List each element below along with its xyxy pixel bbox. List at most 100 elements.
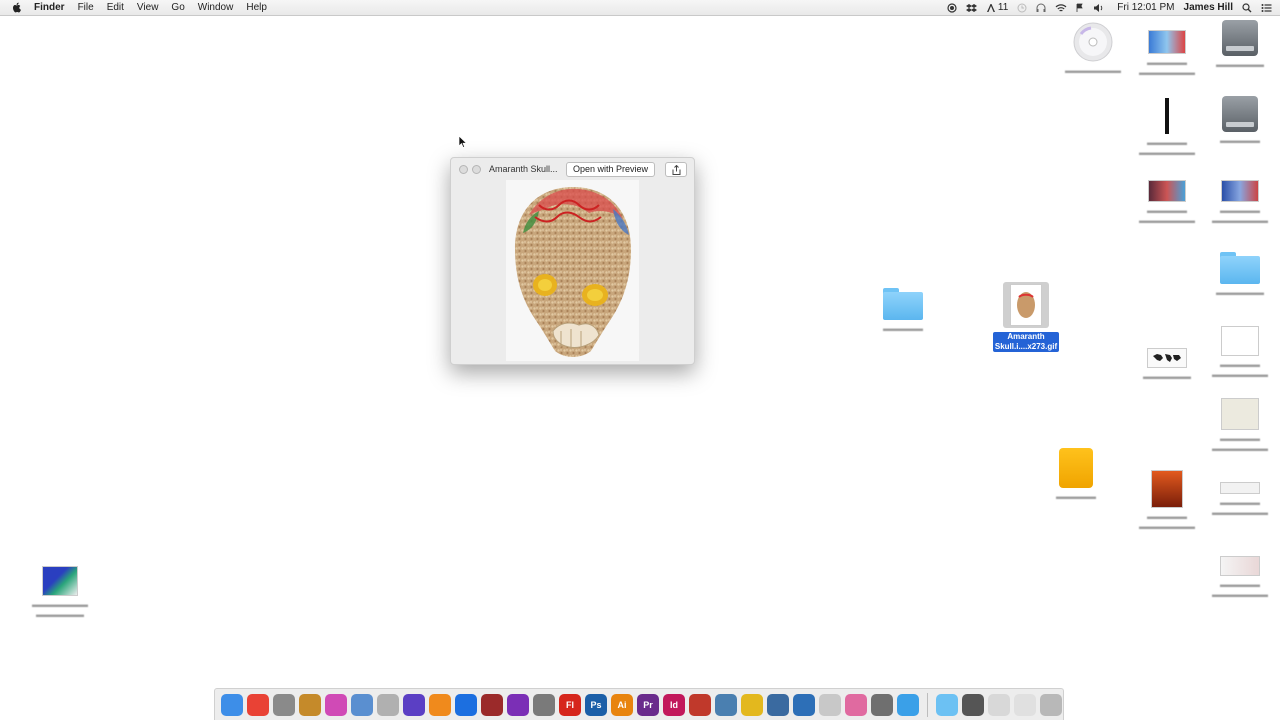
- close-button[interactable]: [459, 165, 468, 174]
- safari-icon[interactable]: [533, 693, 555, 716]
- flag-icon[interactable]: [1076, 0, 1084, 15]
- flash-icon[interactable]: Fl: [559, 693, 581, 716]
- menu-clock[interactable]: Fri 12:01 PM: [1117, 0, 1174, 15]
- desktop-label-blurred: ▬▬▬▬▬▬▬: [1065, 66, 1121, 75]
- document-icon[interactable]: [988, 693, 1010, 716]
- photoshop-icon[interactable]: Ps: [585, 693, 607, 716]
- quick-look-titlebar[interactable]: Amaranth Skull... Open with Preview: [451, 158, 694, 180]
- headphones-icon[interactable]: [1036, 0, 1046, 15]
- messages-icon[interactable]: [897, 693, 919, 716]
- adobe-icon[interactable]: 11: [986, 0, 1008, 15]
- imovie-icon[interactable]: [403, 693, 425, 716]
- preview-icon[interactable]: [273, 693, 295, 716]
- globe-icon[interactable]: [793, 693, 815, 716]
- selected-file-name-2: Skull.i....x273.gif: [994, 342, 1058, 351]
- dock-app-label: Pr: [643, 699, 653, 710]
- finder-icon[interactable]: [221, 693, 243, 716]
- menu-go[interactable]: Go: [171, 0, 184, 15]
- spotlight-icon[interactable]: [1242, 0, 1252, 15]
- open-with-preview-button[interactable]: Open with Preview: [566, 162, 656, 177]
- media-icon[interactable]: [689, 693, 711, 716]
- desktop-screenshot-2[interactable]: ▬▬▬▬▬ ▬▬▬▬▬▬▬: [1129, 98, 1205, 158]
- window-icon[interactable]: [962, 693, 984, 716]
- desktop-screenshot-7[interactable]: ▬▬▬▬▬ ▬▬▬▬▬▬▬: [1202, 482, 1278, 518]
- toast-icon[interactable]: [507, 693, 529, 716]
- trash-icon[interactable]: [1040, 693, 1062, 716]
- hard-drive-icon: [1222, 96, 1258, 132]
- photobooth-icon[interactable]: [481, 693, 503, 716]
- desktop-dvd-icon[interactable]: ▬▬▬▬▬▬▬: [1055, 22, 1131, 76]
- wifi-icon[interactable]: [1055, 0, 1067, 15]
- quick-look-window: Amaranth Skull... Open with Preview: [450, 157, 695, 365]
- folder-icon: [1220, 252, 1260, 284]
- radiation-icon[interactable]: [741, 693, 763, 716]
- desktop-map-file[interactable]: ▬▬▬▬▬▬: [1129, 348, 1205, 382]
- illustrator-icon[interactable]: Ai: [611, 693, 633, 716]
- apple-menu-icon[interactable]: [12, 2, 22, 13]
- desktop-hard-drive-1[interactable]: ▬▬▬▬▬▬: [1202, 20, 1278, 70]
- record-icon[interactable]: [947, 0, 957, 15]
- selected-file-name-1: Amaranth: [1007, 332, 1045, 341]
- chrome-icon[interactable]: [247, 693, 269, 716]
- dock-app-label: Fl: [566, 699, 574, 710]
- time-machine-icon[interactable]: [1017, 0, 1027, 15]
- external-drive-icon: [1059, 448, 1093, 488]
- garageband-icon[interactable]: [299, 693, 321, 716]
- desktop-screenshot-4[interactable]: ▬▬▬▬▬ ▬▬▬▬▬▬▬: [1202, 180, 1278, 226]
- fullscreen-button[interactable]: [472, 165, 481, 174]
- photos-icon[interactable]: [845, 693, 867, 716]
- menu-edit[interactable]: Edit: [107, 0, 124, 15]
- image-preview: [506, 180, 639, 361]
- pencil-icon[interactable]: [377, 693, 399, 716]
- desktop-screenshot-6[interactable]: ▬▬▬▬▬ ▬▬▬▬▬▬▬: [1129, 470, 1205, 532]
- menu-finder[interactable]: Finder: [34, 0, 65, 15]
- desktop-screenshot-5[interactable]: ▬▬▬▬▬ ▬▬▬▬▬▬▬: [1202, 398, 1278, 454]
- desktop-selected-gif[interactable]: Amaranth Skull.i....x273.gif: [988, 282, 1064, 352]
- menu-file[interactable]: File: [78, 0, 94, 15]
- feather-icon[interactable]: [819, 693, 841, 716]
- desktop-folder-1[interactable]: ▬▬▬▬▬▬: [1202, 252, 1278, 298]
- mail-icon[interactable]: [351, 693, 373, 716]
- quick-look-title: Amaranth Skull...: [489, 164, 558, 174]
- indesign-icon[interactable]: Id: [663, 693, 685, 716]
- activity-icon[interactable]: [455, 693, 477, 716]
- share-icon: [672, 164, 680, 175]
- desktop-image-file[interactable]: ▬▬▬▬▬▬▬ ▬▬▬▬▬▬: [22, 566, 98, 620]
- hard-drive-icon: [1222, 20, 1258, 56]
- gif-thumbnail: [1003, 282, 1049, 328]
- mouse-cursor-icon: [458, 135, 468, 153]
- dropbox-icon[interactable]: [965, 0, 977, 15]
- menu-user[interactable]: James Hill: [1184, 0, 1233, 15]
- desktop-hard-drive-2[interactable]: ▬▬▬▬▬: [1202, 96, 1278, 146]
- desktop-folder-2[interactable]: ▬▬▬▬▬: [865, 288, 941, 334]
- share-button[interactable]: [665, 162, 687, 177]
- dock-app-label: Ai: [617, 699, 627, 710]
- premiere-icon[interactable]: Pr: [637, 693, 659, 716]
- menu-view[interactable]: View: [137, 0, 159, 15]
- volume-icon[interactable]: [1093, 0, 1104, 15]
- menu-help[interactable]: Help: [246, 0, 267, 15]
- desktop-blank-file[interactable]: ▬▬▬▬▬ ▬▬▬▬▬▬▬: [1202, 326, 1278, 380]
- menu-window[interactable]: Window: [198, 0, 234, 15]
- dock-app-label: Ps: [590, 699, 602, 710]
- document2-icon[interactable]: [1014, 693, 1036, 716]
- world-map-icon: [1147, 348, 1187, 368]
- network-icon[interactable]: [715, 693, 737, 716]
- dock-separator: [927, 692, 928, 717]
- dock-app-label: Id: [670, 699, 678, 710]
- desktop-screenshot-1[interactable]: ▬▬▬▬▬ ▬▬▬▬▬▬▬: [1129, 30, 1205, 78]
- desktop-screenshot-3[interactable]: ▬▬▬▬▬ ▬▬▬▬▬▬▬: [1129, 180, 1205, 226]
- vlc-icon[interactable]: [429, 693, 451, 716]
- amaranth-skull-image: [514, 186, 631, 357]
- adobe-badge: 11: [997, 2, 1009, 13]
- folder-icon[interactable]: [936, 693, 958, 716]
- menu-bar: Finder File Edit View Go Window Help 11: [0, 0, 1280, 16]
- desktop-screenshot-8[interactable]: ▬▬▬▬▬ ▬▬▬▬▬▬▬: [1202, 556, 1278, 600]
- dock: Fl Ps Ai Pr Id: [214, 688, 1064, 720]
- itunes-icon[interactable]: [325, 693, 347, 716]
- settings-icon[interactable]: [871, 693, 893, 716]
- quicktime-icon[interactable]: [767, 693, 789, 716]
- notification-center-icon[interactable]: [1261, 0, 1272, 15]
- desktop-external-drive[interactable]: ▬▬▬▬▬: [1038, 448, 1114, 502]
- folder-icon: [883, 288, 923, 320]
